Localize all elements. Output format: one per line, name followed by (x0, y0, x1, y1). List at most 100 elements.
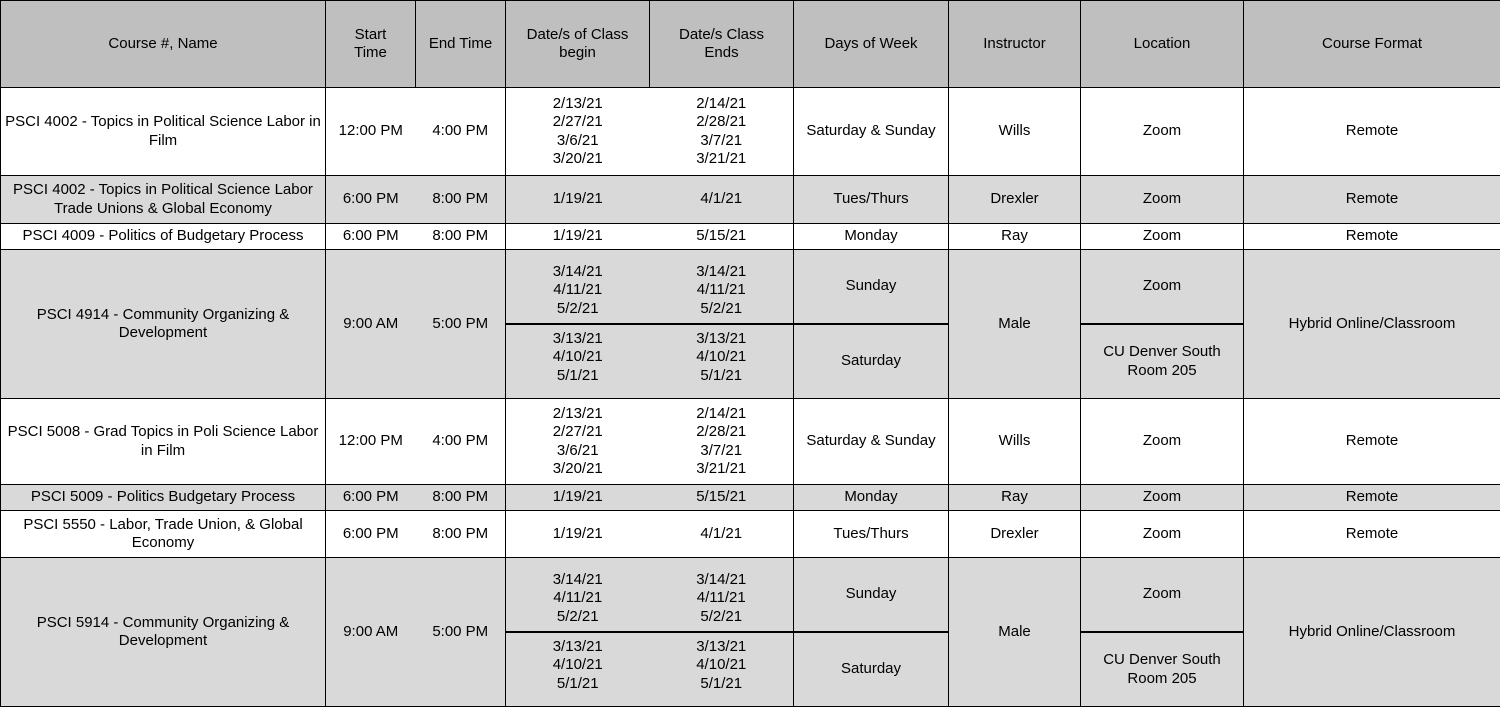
table-row: PSCI 5550 - Labor, Trade Union, & Global… (1, 511, 1500, 558)
course-schedule-sheet: Course #, Name Start Time End Time Date/… (0, 0, 1500, 672)
cell-times: 6:00 PM8:00 PM (326, 485, 506, 511)
cell-instructor: Wills (949, 399, 1081, 485)
location-subrow: CU Denver South Room 205 (1081, 632, 1243, 706)
cell-start-time: 12:00 PM (326, 432, 416, 450)
cell-days: SundaySaturday (794, 250, 949, 399)
days-subrow: Saturday (794, 632, 948, 706)
cell-date-begin: 2/13/21 2/27/21 3/6/21 3/20/21 (506, 95, 650, 168)
cell-location-value: CU Denver South Room 205 (1081, 324, 1243, 398)
location-subrow: Zoom (1081, 558, 1243, 632)
days-subtable: SundaySaturday (794, 250, 948, 398)
cell-location: ZoomCU Denver South Room 205 (1081, 558, 1244, 707)
cell-course-name: PSCI 5914 - Community Organizing & Devel… (1, 558, 326, 707)
cell-days: Tues/Thurs (794, 511, 949, 558)
cell-date-begin: 1/19/21 (506, 227, 650, 245)
cell-days-value: Sunday (794, 250, 948, 324)
cell-format: Remote (1244, 399, 1500, 485)
cell-end-time: 5:00 PM (416, 315, 506, 333)
cell-location-value: CU Denver South Room 205 (1081, 632, 1243, 706)
cell-dates: 1/19/215/15/21 (506, 224, 794, 250)
table-row: PSCI 5008 - Grad Topics in Poli Science … (1, 399, 1500, 485)
column-header-end-time: End Time (416, 1, 506, 88)
location-subtable: ZoomCU Denver South Room 205 (1081, 250, 1243, 398)
cell-end-time: 5:00 PM (416, 623, 506, 641)
cell-location: Zoom (1081, 224, 1244, 250)
cell-instructor: Ray (949, 485, 1081, 511)
location-subrow: CU Denver South Room 205 (1081, 324, 1243, 398)
cell-date-begin: 1/19/21 (506, 488, 650, 506)
cell-instructor: Drexler (949, 176, 1081, 224)
cell-end-time: 4:00 PM (416, 122, 506, 140)
cell-date-begin: 1/19/21 (506, 190, 650, 208)
table-body: PSCI 4002 - Topics in Political Science … (1, 88, 1500, 707)
table-row: PSCI 4002 - Topics in Political Science … (1, 176, 1500, 224)
days-subrow: Sunday (794, 558, 948, 632)
cell-start-time: 6:00 PM (326, 488, 416, 506)
cell-date-ends: 3/13/21 4/10/21 5/1/21 (650, 324, 794, 390)
cell-course-name: PSCI 4002 - Topics in Political Science … (1, 88, 326, 176)
cell-times: 12:00 PM4:00 PM (326, 88, 506, 176)
cell-dates: 3/14/21 4/11/21 5/2/213/14/21 4/11/21 5/… (506, 250, 794, 399)
dates-subrow: 3/13/21 4/10/21 5/1/213/13/21 4/10/21 5/… (506, 324, 793, 390)
cell-date-begin: 3/14/21 4/11/21 5/2/21 (506, 566, 650, 632)
column-header-location: Location (1081, 1, 1244, 88)
dates-subrow: 3/14/21 4/11/21 5/2/213/14/21 4/11/21 5/… (506, 566, 793, 632)
cell-dates: 1/19/214/1/21 (506, 176, 794, 224)
cell-date-ends: 2/14/21 2/28/21 3/7/21 3/21/21 (650, 95, 794, 168)
cell-date-begin: 2/13/21 2/27/21 3/6/21 3/20/21 (506, 405, 650, 478)
cell-date-ends: 3/14/21 4/11/21 5/2/21 (650, 566, 794, 632)
cell-start-time: 6:00 PM (326, 227, 416, 245)
cell-date-begin: 3/14/21 4/11/21 5/2/21 (506, 258, 650, 324)
cell-location: Zoom (1081, 485, 1244, 511)
cell-days: Monday (794, 485, 949, 511)
dates-subrow: 3/13/21 4/10/21 5/1/213/13/21 4/10/21 5/… (506, 632, 793, 698)
cell-course-name: PSCI 5008 - Grad Topics in Poli Science … (1, 399, 326, 485)
cell-course-name: PSCI 4009 - Politics of Budgetary Proces… (1, 224, 326, 250)
cell-dates: 2/13/21 2/27/21 3/6/21 3/20/212/14/21 2/… (506, 88, 794, 176)
cell-start-time: 6:00 PM (326, 525, 416, 543)
cell-date-ends: 3/13/21 4/10/21 5/1/21 (650, 632, 794, 698)
cell-location: Zoom (1081, 511, 1244, 558)
cell-days-value: Saturday (794, 324, 948, 398)
cell-end-time: 4:00 PM (416, 432, 506, 450)
cell-date-begin: 3/13/21 4/10/21 5/1/21 (506, 632, 650, 698)
cell-location-value: Zoom (1081, 558, 1243, 632)
cell-format: Remote (1244, 88, 1500, 176)
cell-days-value: Sunday (794, 558, 948, 632)
cell-times: 6:00 PM8:00 PM (326, 176, 506, 224)
column-header-course: Course #, Name (1, 1, 326, 88)
cell-course-name: PSCI 5009 - Politics Budgetary Process (1, 485, 326, 511)
cell-instructor: Male (949, 558, 1081, 707)
table-row: PSCI 4009 - Politics of Budgetary Proces… (1, 224, 1500, 250)
days-subrow: Sunday (794, 250, 948, 324)
cell-format: Remote (1244, 176, 1500, 224)
days-subrow: Saturday (794, 324, 948, 398)
cell-date-ends: 4/1/21 (650, 190, 794, 208)
cell-location: Zoom (1081, 88, 1244, 176)
cell-days-value: Saturday (794, 632, 948, 706)
cell-course-name: PSCI 5550 - Labor, Trade Union, & Global… (1, 511, 326, 558)
column-header-date-ends: Date/s Class Ends (650, 1, 794, 88)
cell-date-ends: 4/1/21 (650, 525, 794, 543)
cell-start-time: 9:00 AM (326, 315, 416, 333)
cell-course-name: PSCI 4914 - Community Organizing & Devel… (1, 250, 326, 399)
cell-times: 12:00 PM4:00 PM (326, 399, 506, 485)
cell-date-ends: 3/14/21 4/11/21 5/2/21 (650, 258, 794, 324)
cell-date-ends: 5/15/21 (650, 488, 794, 506)
column-header-start-time: Start Time (326, 1, 416, 88)
cell-location: Zoom (1081, 176, 1244, 224)
cell-format: Remote (1244, 511, 1500, 558)
column-header-date-begin: Date/s of Class begin (506, 1, 650, 88)
cell-end-time: 8:00 PM (416, 488, 506, 506)
dates-subtable: 3/14/21 4/11/21 5/2/213/14/21 4/11/21 5/… (506, 566, 793, 698)
cell-location-value: Zoom (1081, 250, 1243, 324)
cell-days: Monday (794, 224, 949, 250)
cell-start-time: 9:00 AM (326, 623, 416, 641)
cell-date-begin: 1/19/21 (506, 525, 650, 543)
cell-format: Remote (1244, 485, 1500, 511)
cell-location: ZoomCU Denver South Room 205 (1081, 250, 1244, 399)
cell-date-ends: 5/15/21 (650, 227, 794, 245)
table-row: PSCI 4914 - Community Organizing & Devel… (1, 250, 1500, 399)
cell-format: Hybrid Online/Classroom (1244, 250, 1500, 399)
cell-date-ends: 2/14/21 2/28/21 3/7/21 3/21/21 (650, 405, 794, 478)
